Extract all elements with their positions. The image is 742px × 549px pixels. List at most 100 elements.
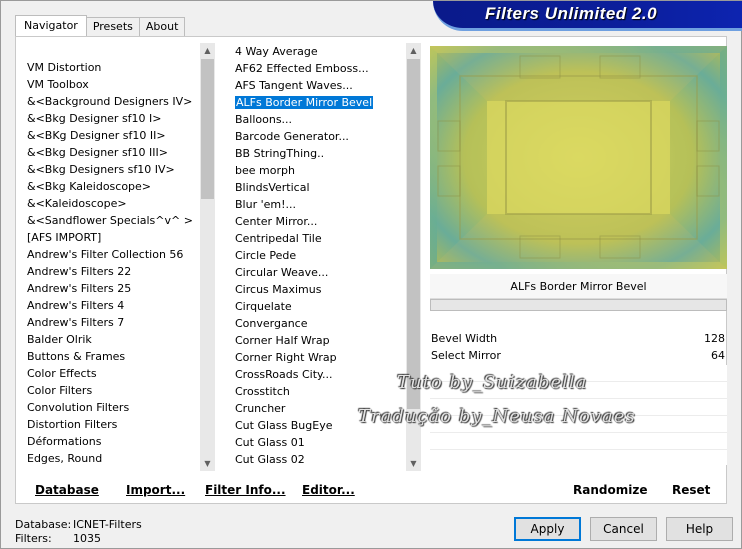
selected-filter-name: ALFs Border Mirror Bevel [430,274,727,299]
filter-item[interactable]: Cirquelate [231,298,405,315]
category-item-label: Déformations [27,435,102,448]
scroll-down-icon[interactable]: ▼ [200,456,215,471]
category-item-label: &<BKg Designer sf10 II> [27,129,166,142]
category-item[interactable]: &<Bkg Kaleidoscope> [23,178,199,195]
help-button[interactable]: Help [666,517,733,541]
category-item[interactable]: Déformations [23,433,199,450]
category-item-label: Distortion Filters [27,418,118,431]
category-item[interactable]: VM Toolbox [23,76,199,93]
filter-item[interactable]: ALFs Border Mirror Bevel [231,94,405,111]
filter-item[interactable]: AFS Tangent Waves... [231,77,405,94]
category-item[interactable]: Edges, Round [23,450,199,467]
filter-item[interactable]: Barcode Generator... [231,128,405,145]
filter-item-label: 4 Way Average [235,45,318,58]
database-button[interactable]: Database [35,481,99,499]
filter-item[interactable]: Circular Weave... [231,264,405,281]
filter-item[interactable]: Circle Pede [231,247,405,264]
filter-item[interactable]: AF62 Effected Emboss... [231,60,405,77]
app-title: Filters Unlimited 2.0 [485,4,658,23]
category-item[interactable]: Color Effects [23,365,199,382]
filter-item[interactable]: Crosstitch [231,383,405,400]
category-item[interactable]: Andrew's Filters 25 [23,280,199,297]
category-item-label: VM Toolbox [27,78,89,91]
filter-item[interactable]: Circus Maximus [231,281,405,298]
category-item-label: Edges, Round [27,452,103,465]
filter-item-label: Blur 'em!... [235,198,296,211]
category-item-label: Andrew's Filter Collection 56 [27,248,184,261]
category-item[interactable]: &<Bkg Designer sf10 I> [23,110,199,127]
category-list[interactable]: VM Distortion VM Toolbox &<Background Desi… [23,43,199,471]
param-label: Bevel Width [431,332,498,345]
category-item[interactable]: &<Sandflower Specials^v^ > [23,212,199,229]
filter-item-label: Circus Maximus [235,283,322,296]
category-item[interactable]: VM Distortion [23,59,199,76]
category-item[interactable]: [AFS IMPORT] [23,229,199,246]
filter-item-label: Centripedal Tile [235,232,322,245]
tab-presets[interactable]: Presets [85,17,140,36]
category-item-label: &<Kaleidoscope> [27,197,127,210]
filter-item[interactable]: bee morph [231,162,405,179]
footer-database-value: ICNET-Filters [73,518,142,531]
category-item-label: [AFS IMPORT] [27,231,102,244]
filter-item-label: AFS Tangent Waves... [235,79,353,92]
category-item[interactable]: &<Bkg Designer sf10 III> [23,144,199,161]
scroll-up-icon[interactable]: ▲ [406,43,421,58]
filter-item-label: Cruncher [235,402,286,415]
scroll-thumb[interactable] [407,59,420,409]
filter-item[interactable]: CrossRoads City... [231,366,405,383]
category-item[interactable]: Balder Olrik [23,331,199,348]
import-button[interactable]: Import... [126,481,185,499]
filter-item[interactable]: Cut Glass 02 [231,451,405,468]
param-value: 64 [711,349,725,362]
filter-item[interactable]: Centripedal Tile [231,230,405,247]
filter-item[interactable]: BB StringThing.. [231,145,405,162]
filter-item[interactable]: Balloons... [231,111,405,128]
category-item[interactable]: &<BKg Designer sf10 II> [23,127,199,144]
category-item[interactable]: Buttons & Frames [23,348,199,365]
filter-item[interactable]: Convergance [231,315,405,332]
filter-item[interactable]: Blur 'em!... [231,196,405,213]
category-item-label: Color Effects [27,367,97,380]
category-item[interactable]: Andrew's Filter Collection 56 [23,246,199,263]
param-row-bevel-width[interactable]: Bevel Width 128 [430,330,727,347]
filter-item[interactable]: Corner Half Wrap [231,332,405,349]
category-scrollbar[interactable]: ▲ ▼ [200,43,215,471]
filter-item-label: Cirquelate [235,300,292,313]
reset-button[interactable]: Reset [672,481,710,499]
editor-button[interactable]: Editor... [302,481,355,499]
cancel-button[interactable]: Cancel [590,517,657,541]
category-item[interactable]: &<Background Designers IV> [23,93,199,110]
scroll-up-icon[interactable]: ▲ [200,43,215,58]
category-item[interactable]: Andrew's Filters 4 [23,297,199,314]
param-row-select-mirror[interactable]: Select Mirror 64 [430,347,727,364]
category-item-label: VM Distortion [27,61,102,74]
app-banner: Filters Unlimited 2.0 [433,1,742,31]
category-item[interactable]: Andrew's Filters 7 [23,314,199,331]
filter-item[interactable]: BlindsVertical [231,179,405,196]
category-item[interactable]: &<Bkg Designers sf10 IV> [23,161,199,178]
apply-button[interactable]: Apply [514,517,581,541]
randomize-button[interactable]: Randomize [573,481,647,499]
filter-info-button[interactable]: Filter Info... [205,481,286,499]
filter-item[interactable]: Center Mirror... [231,213,405,230]
filter-item-label: Cut Glass BugEye [235,419,333,432]
filter-item-label: Crosstitch [235,385,290,398]
scroll-thumb[interactable] [201,59,214,199]
progress-bar [430,299,727,311]
filter-item[interactable]: Cut Glass 01 [231,434,405,451]
category-item[interactable]: Convolution Filters [23,399,199,416]
scroll-down-icon[interactable]: ▼ [406,456,421,471]
category-item-label: &<Bkg Designers sf10 IV> [27,163,175,176]
category-item[interactable]: Color Filters [23,382,199,399]
filter-item[interactable]: 4 Way Average [231,43,405,60]
filter-item-label: Barcode Generator... [235,130,349,143]
filter-item-label: Balloons... [235,113,293,126]
tab-about[interactable]: About [138,17,186,36]
category-item[interactable]: Distortion Filters [23,416,199,433]
tab-navigator[interactable]: Navigator [15,15,87,36]
category-item[interactable]: Andrew's Filters 22 [23,263,199,280]
category-item[interactable]: &<Kaleidoscope> [23,195,199,212]
parameter-list: Bevel Width 128 Select Mirror 64 [430,330,727,364]
filter-item[interactable]: Corner Right Wrap [231,349,405,366]
filter-item-label: Circular Weave... [235,266,329,279]
